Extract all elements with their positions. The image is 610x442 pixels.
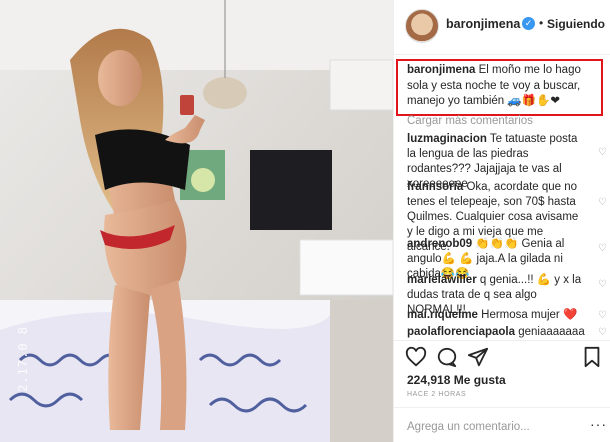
likes-count[interactable]: 224,918 Me gusta bbox=[407, 373, 506, 387]
comment-like-heart-icon[interactable]: ♡ bbox=[598, 244, 608, 254]
comment-like-heart-icon[interactable]: ♡ bbox=[598, 328, 608, 338]
photo-date-watermark: 2.17.0 8 bbox=[16, 326, 30, 392]
comment-bubble-icon[interactable] bbox=[436, 346, 458, 368]
input-divider bbox=[394, 407, 610, 408]
comment-username[interactable]: marielawiller bbox=[407, 274, 477, 286]
comment-username[interactable]: andrenob09 bbox=[407, 238, 472, 250]
comment-text: Hermosa mujer ❤️ bbox=[477, 309, 578, 321]
comment-username[interactable]: paolaflorenciapaola bbox=[407, 326, 515, 338]
comment-like-heart-icon[interactable]: ♡ bbox=[598, 311, 608, 321]
separator-dot: • bbox=[539, 16, 544, 30]
comment-like-heart-icon[interactable]: ♡ bbox=[598, 280, 608, 290]
caption-username[interactable]: baronjimena bbox=[407, 64, 475, 76]
comments-list: luzmaginacion Te tatuaste posta la lengu… bbox=[394, 130, 610, 340]
verified-check-icon: ✓ bbox=[522, 17, 535, 30]
avatar[interactable] bbox=[405, 9, 439, 43]
post-caption: baronjimena El moño me lo hago sola y es… bbox=[407, 63, 599, 110]
post-photo-illustration bbox=[0, 0, 393, 442]
post-photo: 2.17.0 8 bbox=[0, 0, 393, 442]
comment-item: mai.riquelme Hermosa mujer ❤️ bbox=[407, 308, 587, 323]
comment-input[interactable] bbox=[407, 418, 567, 436]
comment-username[interactable]: luzmaginacion bbox=[407, 133, 487, 145]
bookmark-icon[interactable] bbox=[581, 346, 603, 368]
comment-like-heart-icon[interactable]: ♡ bbox=[598, 198, 608, 208]
post-sidebar: baronjimena ✓ • Siguiendo baronjimena El… bbox=[393, 0, 610, 442]
actions-divider bbox=[394, 340, 610, 341]
load-more-comments-link[interactable]: Cargar más comentarios bbox=[407, 115, 533, 127]
share-paper-plane-icon[interactable] bbox=[467, 346, 489, 368]
comment-username[interactable]: mai.riquelme bbox=[407, 309, 478, 321]
post-actions bbox=[394, 342, 610, 370]
following-button[interactable]: Siguiendo bbox=[547, 17, 605, 31]
post-header: baronjimena ✓ • Siguiendo bbox=[394, 0, 610, 55]
comment-username[interactable]: frannsoria bbox=[407, 181, 463, 193]
post-timestamp: HACE 2 HORAS bbox=[407, 391, 467, 398]
more-options-icon[interactable]: ··· bbox=[590, 416, 607, 432]
heart-outline-icon[interactable] bbox=[405, 346, 427, 368]
header-username[interactable]: baronjimena bbox=[446, 17, 520, 31]
comment-like-heart-icon[interactable]: ♡ bbox=[598, 148, 608, 158]
comment-item: paolaflorenciapaola geniaaaaaaa💕 bbox=[407, 325, 587, 340]
